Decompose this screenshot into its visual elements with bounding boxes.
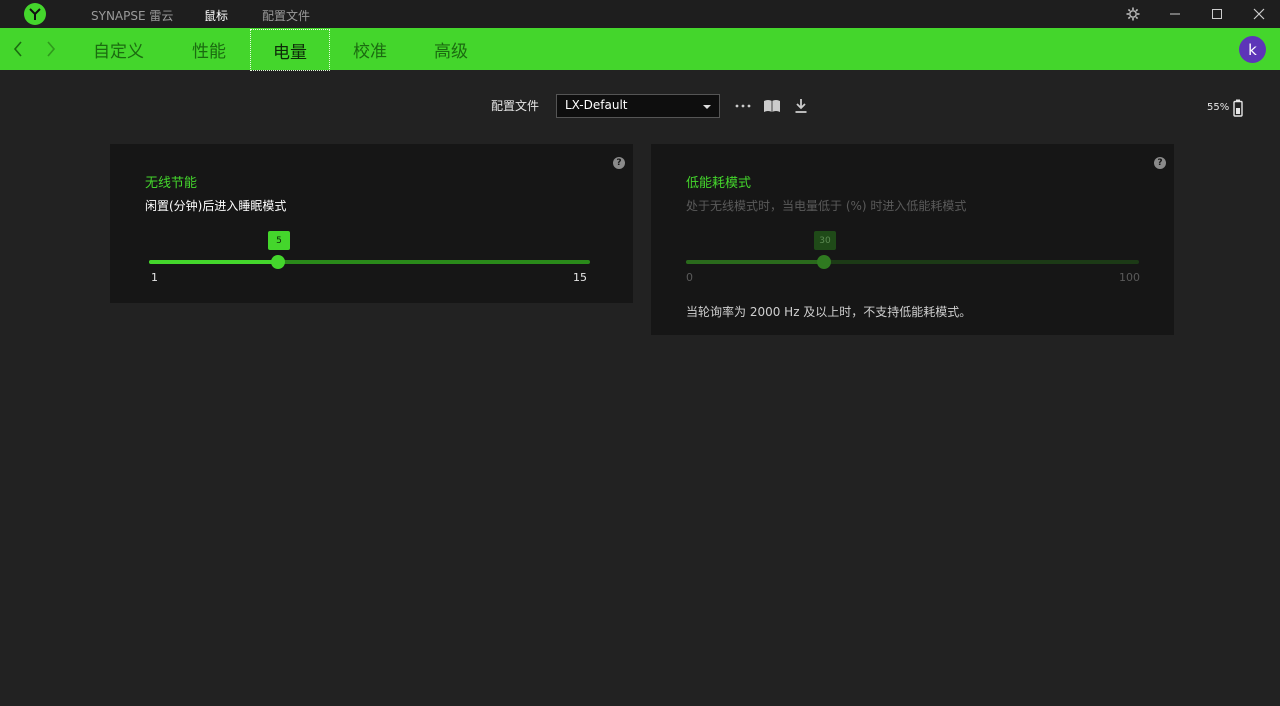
sleep-slider-fill	[149, 260, 277, 264]
panel-description: 闲置(分钟)后进入睡眠模式	[145, 199, 287, 213]
profile-download-button[interactable]	[791, 97, 811, 115]
panel-title: 无线节能	[145, 176, 198, 191]
profile-label: 配置文件	[491, 99, 540, 113]
book-icon	[764, 100, 780, 112]
profile-more-button[interactable]	[733, 97, 753, 115]
maximize-icon	[1212, 9, 1222, 19]
slider-max-label: 100	[1119, 271, 1140, 284]
minimize-icon	[1170, 13, 1180, 15]
chevron-left-icon	[13, 41, 22, 57]
tab-calibration[interactable]: 校准	[343, 28, 397, 70]
tab-advanced[interactable]: 高级	[424, 28, 478, 70]
profile-guide-button[interactable]	[762, 97, 782, 115]
user-avatar[interactable]: k	[1239, 36, 1266, 63]
slider-value-tooltip: 30	[814, 231, 836, 250]
tab-customize[interactable]: 自定义	[83, 28, 154, 70]
battery-percent: 55%	[1207, 102, 1230, 113]
slider-min-label: 0	[686, 271, 693, 284]
chevron-right-icon	[47, 41, 56, 57]
forward-button[interactable]	[41, 39, 61, 59]
close-icon	[1253, 8, 1265, 20]
panel-title: 低能耗模式	[686, 176, 752, 191]
profile-selected-value: LX-Default	[565, 98, 628, 112]
slider-max-label: 15	[573, 271, 587, 284]
tab-profiles[interactable]: 配置文件	[262, 7, 310, 24]
section-nav-bar: 自定义 性能 电量 校准 高级 k	[0, 28, 1280, 71]
wireless-power-saving-panel: ? 无线节能 闲置(分钟)后进入睡眠模式 5 1 15	[110, 144, 633, 303]
close-button[interactable]	[1239, 0, 1279, 28]
low-power-slider-fill	[686, 260, 824, 264]
gear-icon	[1126, 7, 1140, 21]
battery-icon	[1233, 99, 1243, 117]
back-button[interactable]	[8, 39, 28, 59]
app-name: SYNAPSE 雷云	[91, 9, 174, 23]
razer-logo-icon	[24, 3, 46, 25]
minimize-button[interactable]	[1155, 0, 1195, 28]
slider-min-label: 1	[151, 271, 158, 284]
panel-description: 处于无线模式时，当电量低于 (%) 时进入低能耗模式	[686, 199, 967, 213]
slider-value-tooltip: 5	[268, 231, 290, 250]
tab-mouse[interactable]: 鼠标	[204, 7, 228, 24]
tab-power[interactable]: 电量	[250, 29, 330, 71]
low-power-mode-panel: ? 低能耗模式 处于无线模式时，当电量低于 (%) 时进入低能耗模式 30 0 …	[651, 144, 1174, 335]
tab-performance[interactable]: 性能	[182, 28, 236, 70]
title-bar: SYNAPSE 雷云 鼠标 配置文件	[0, 0, 1280, 28]
sleep-slider-thumb[interactable]	[271, 255, 285, 269]
settings-button[interactable]	[1113, 0, 1153, 28]
polling-rate-note: 当轮询率为 2000 Hz 及以上时，不支持低能耗模式。	[686, 305, 972, 319]
help-icon[interactable]: ?	[613, 157, 625, 169]
more-icon	[735, 104, 751, 108]
help-icon[interactable]: ?	[1154, 157, 1166, 169]
low-power-slider-thumb	[817, 255, 831, 269]
caret-down-icon	[703, 105, 711, 109]
download-icon	[795, 99, 807, 113]
profile-dropdown[interactable]: LX-Default	[556, 94, 720, 118]
maximize-button[interactable]	[1197, 0, 1237, 28]
